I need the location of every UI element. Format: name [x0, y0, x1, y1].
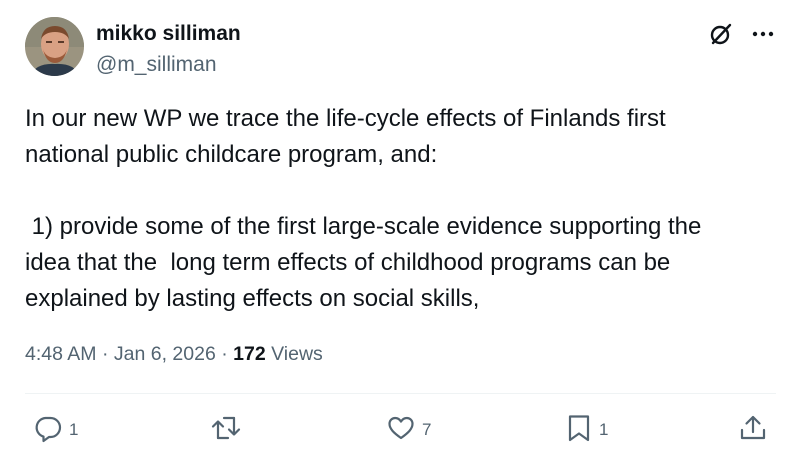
tweet-time[interactable]: 4:48 AM: [25, 343, 97, 365]
reply-icon: [33, 413, 63, 448]
reply-button[interactable]: 1: [33, 413, 78, 447]
like-button[interactable]: 7: [386, 413, 431, 447]
bookmark-icon: [565, 413, 593, 448]
share-icon: [738, 413, 768, 448]
meta-separator: ·: [101, 343, 109, 365]
tweet-date[interactable]: Jan 6, 2026: [114, 343, 216, 365]
views-label: Views: [271, 343, 323, 365]
more-icon[interactable]: [748, 19, 778, 49]
tweet-card: mikko silliman @m_silliman In our new WP…: [0, 0, 801, 466]
avatar[interactable]: [25, 17, 84, 76]
like-count: 7: [422, 420, 432, 439]
reply-count: 1: [69, 420, 79, 439]
views-count: 172: [233, 343, 266, 365]
repost-button[interactable]: [210, 413, 242, 447]
bookmark-count: 1: [599, 420, 609, 439]
meta-separator: ·: [221, 343, 228, 365]
tweet-meta: 4:48 AM · Jan 6, 2026 · 172 Views: [25, 340, 323, 368]
avatar-image: [25, 17, 84, 76]
share-button[interactable]: [738, 413, 768, 447]
tweet-text: In our new WP we trace the life-cycle ef…: [25, 105, 702, 312]
bookmark-button[interactable]: 1: [565, 413, 608, 447]
author-handle[interactable]: @m_silliman: [96, 51, 217, 79]
divider: [25, 393, 776, 394]
author-name[interactable]: mikko silliman: [96, 20, 241, 48]
repost-icon: [210, 413, 242, 448]
grok-icon[interactable]: [706, 19, 736, 49]
like-icon: [386, 413, 416, 448]
